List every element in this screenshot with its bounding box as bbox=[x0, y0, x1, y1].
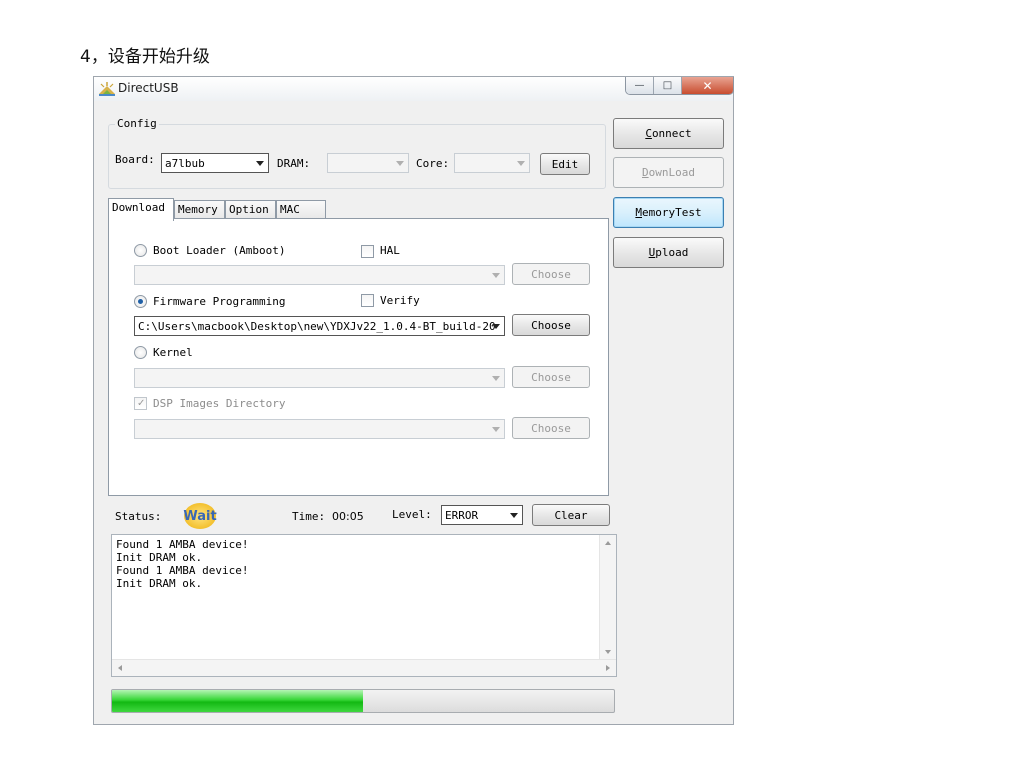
maximize-button[interactable]: □ bbox=[654, 77, 682, 94]
verify-checkbox[interactable] bbox=[361, 294, 374, 307]
level-label: Level: bbox=[392, 508, 432, 521]
download-mnemonic: D bbox=[642, 166, 649, 179]
verify-label: Verify bbox=[380, 294, 420, 307]
connect-mnemonic: C bbox=[645, 127, 652, 140]
dsp-path-select[interactable] bbox=[134, 419, 505, 439]
time-value: 00:05 bbox=[332, 510, 364, 523]
kernel-label: Kernel bbox=[153, 346, 193, 359]
download-button[interactable]: DownLoad bbox=[613, 157, 724, 188]
hal-label: HAL bbox=[380, 244, 400, 257]
scroll-right-icon[interactable] bbox=[606, 665, 610, 671]
board-select[interactable]: a7lbub bbox=[161, 153, 269, 173]
memory-test-button[interactable]: MemoryTest bbox=[613, 197, 724, 228]
boot-loader-choose-button[interactable]: Choose bbox=[512, 263, 590, 285]
memory-test-label: emoryTest bbox=[642, 206, 702, 219]
firmware-radio[interactable] bbox=[134, 295, 147, 308]
core-select[interactable] bbox=[454, 153, 530, 173]
tab-download[interactable]: Download bbox=[108, 198, 174, 221]
dram-label: DRAM: bbox=[277, 157, 311, 170]
progress-fill bbox=[112, 690, 363, 712]
core-label: Core: bbox=[416, 157, 450, 170]
minimize-button[interactable]: — bbox=[626, 77, 654, 94]
wait-badge: Wait bbox=[183, 503, 217, 529]
dsp-choose-button[interactable]: Choose bbox=[512, 417, 590, 439]
upload-mnemonic: U bbox=[648, 246, 656, 259]
level-value: ERROR bbox=[445, 509, 479, 522]
page-heading: 4，设备开始升级 bbox=[80, 47, 210, 67]
kernel-choose-button[interactable]: Choose bbox=[512, 366, 590, 388]
chevron-down-icon bbox=[517, 161, 525, 166]
upload-label: pload bbox=[655, 246, 689, 259]
tab-mac[interactable]: MAC bbox=[276, 200, 326, 220]
vertical-scrollbar[interactable] bbox=[599, 535, 616, 660]
kernel-path-select[interactable] bbox=[134, 368, 505, 388]
boot-loader-label: Boot Loader (Amboot) bbox=[153, 244, 286, 257]
hal-checkbox[interactable] bbox=[361, 245, 374, 258]
firmware-path: C:\Users\macbook\Desktop\new\YDXJv22_1.0… bbox=[138, 320, 496, 333]
dsp-checkbox[interactable]: ✓ bbox=[134, 397, 147, 410]
checkmark-icon: ✓ bbox=[137, 398, 146, 409]
time-label: Time: bbox=[292, 510, 326, 523]
firmware-path-select[interactable]: C:\Users\macbook\Desktop\new\YDXJv22_1.0… bbox=[134, 316, 505, 336]
connect-button[interactable]: Connect bbox=[613, 118, 724, 149]
firmware-label: Firmware Programming bbox=[153, 295, 286, 308]
scroll-left-icon[interactable] bbox=[118, 665, 122, 671]
download-label: ownLoad bbox=[648, 166, 695, 179]
log-line: Init DRAM ok. bbox=[116, 577, 203, 590]
dsp-label: DSP Images Directory bbox=[153, 397, 286, 410]
title-bar[interactable]: DirectUSB — □ ✕ bbox=[94, 77, 734, 101]
tab-memory[interactable]: Memory bbox=[174, 200, 225, 220]
progress-bar bbox=[111, 689, 615, 713]
chevron-down-icon bbox=[492, 273, 500, 278]
kernel-radio[interactable] bbox=[134, 346, 147, 359]
window-title: DirectUSB bbox=[118, 81, 179, 95]
clear-button[interactable]: Clear bbox=[532, 504, 610, 526]
window-controls: — □ ✕ bbox=[625, 77, 734, 95]
chevron-down-icon bbox=[510, 513, 518, 518]
tab-option[interactable]: Option bbox=[225, 200, 276, 220]
chevron-down-icon bbox=[492, 324, 500, 329]
close-button[interactable]: ✕ bbox=[682, 77, 733, 94]
upload-button[interactable]: Upload bbox=[613, 237, 724, 268]
connect-label: onnect bbox=[651, 127, 692, 140]
board-label: Board: bbox=[115, 153, 155, 166]
config-legend: Config bbox=[115, 117, 159, 130]
chevron-down-icon bbox=[396, 161, 404, 166]
firmware-choose-button[interactable]: Choose bbox=[512, 314, 590, 336]
status-label: Status: bbox=[115, 510, 162, 523]
log-line: Found 1 AMBA device! bbox=[116, 538, 249, 551]
boot-loader-radio[interactable] bbox=[134, 244, 147, 257]
scroll-down-icon[interactable] bbox=[605, 650, 611, 654]
boot-loader-path-select[interactable] bbox=[134, 265, 505, 285]
app-icon bbox=[99, 82, 115, 96]
chevron-down-icon bbox=[492, 376, 500, 381]
log-output[interactable]: Found 1 AMBA device! Init DRAM ok. Found… bbox=[111, 534, 617, 677]
memory-test-mnemonic: M bbox=[635, 206, 642, 219]
log-line: Init DRAM ok. bbox=[116, 551, 203, 564]
log-line: Found 1 AMBA device! bbox=[116, 564, 249, 577]
chevron-down-icon bbox=[492, 427, 500, 432]
dram-select[interactable] bbox=[327, 153, 409, 173]
download-panel: Boot Loader (Amboot) HAL Choose Firmware… bbox=[108, 218, 609, 496]
directusb-window: DirectUSB — □ ✕ Config Board: a7lbub DRA… bbox=[93, 76, 734, 725]
scroll-up-icon[interactable] bbox=[605, 541, 611, 545]
horizontal-scrollbar[interactable] bbox=[112, 659, 616, 676]
edit-button[interactable]: Edit bbox=[540, 153, 590, 175]
chevron-down-icon bbox=[256, 161, 264, 166]
level-select[interactable]: ERROR bbox=[441, 505, 523, 525]
board-value: a7lbub bbox=[165, 157, 205, 170]
